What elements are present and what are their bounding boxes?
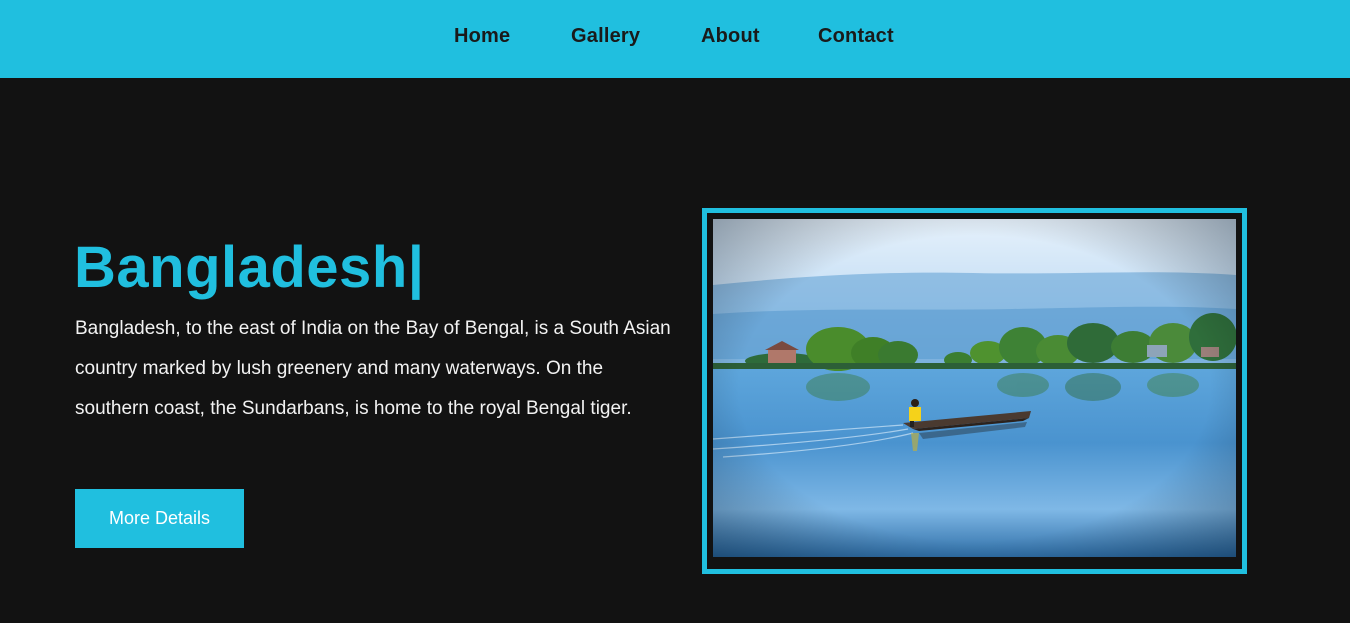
nav-link-about[interactable]: About — [701, 25, 760, 48]
nav-link-gallery[interactable]: Gallery — [571, 25, 640, 48]
lake-boat-photo — [713, 219, 1236, 557]
more-details-button[interactable]: More Details — [75, 489, 244, 548]
nav-link-contact[interactable]: Contact — [818, 25, 894, 48]
hero-description: Bangladesh, to the east of India on the … — [75, 318, 671, 419]
photo-frame — [702, 208, 1247, 574]
nav-link-home[interactable]: Home — [454, 25, 510, 48]
hero-title: Bangladesh| — [74, 235, 425, 300]
top-navbar: Home Gallery About Contact — [0, 0, 1350, 78]
